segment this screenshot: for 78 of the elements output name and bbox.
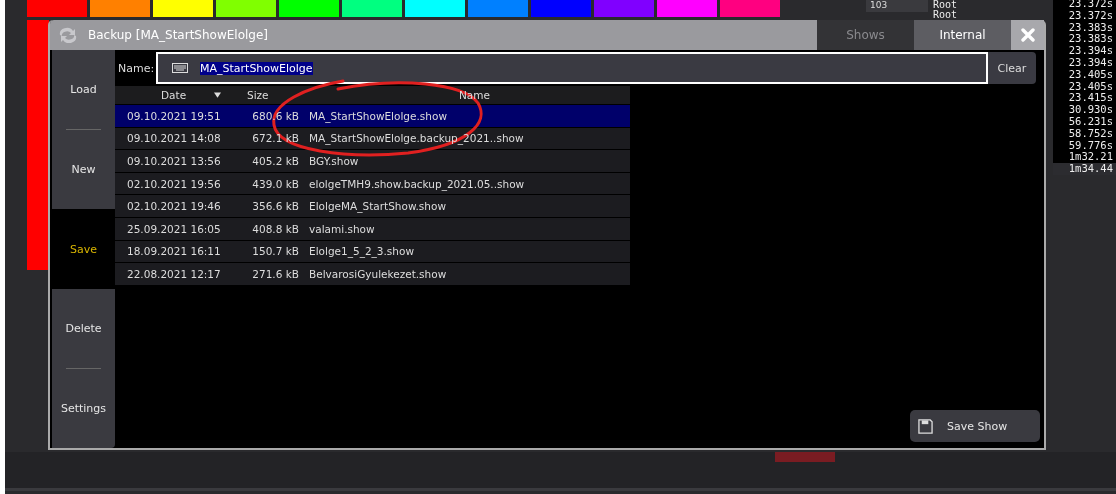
table-cell-text: 672.1 kB — [251, 132, 299, 145]
color-swatch[interactable] — [657, 0, 717, 17]
tab[interactable]: Shows — [817, 20, 914, 50]
timing-value: 56.231s — [1068, 115, 1114, 128]
timing-value: 23.405s — [1068, 80, 1114, 93]
timing-value: 30.930s — [1068, 104, 1114, 116]
window-title: Backup [MA_StartShowElolge] — [88, 28, 269, 42]
timing-value: 23.383s — [1068, 21, 1114, 34]
timing-value: 23.383s — [1068, 33, 1114, 46]
color-swatch[interactable] — [405, 0, 465, 17]
table-cell-text: 18.09.2021 16:11 — [126, 245, 222, 258]
close-icon — [1020, 28, 1035, 42]
file-row[interactable]: 25.09.2021 16:05 408.8 kB valami.show — [115, 217, 630, 241]
color-swatch[interactable] — [216, 0, 276, 17]
table-cell-text: 405.2 kB — [251, 155, 299, 167]
name-field[interactable]: MA_StartShowElolge — [156, 52, 988, 84]
color-swatch[interactable] — [720, 0, 780, 17]
color-swatch[interactable] — [468, 0, 528, 17]
table-cell-text: Elolge1_5_2_3.show — [308, 245, 415, 258]
counter-label: 103 — [866, 0, 928, 12]
keyboard-icon[interactable] — [172, 63, 188, 73]
color-swatch[interactable] — [90, 0, 150, 17]
timing-value: 23.405s — [1068, 68, 1114, 81]
table-cell-text: 09.10.2021 14:08 — [126, 132, 222, 145]
field-label: Name: — [117, 61, 156, 75]
color-swatch[interactable] — [27, 0, 87, 17]
root-label: Root — [933, 10, 958, 20]
table-cell-text: 02.10.2021 19:56 — [126, 177, 222, 190]
file-row[interactable]: 02.10.2021 19:56 439.0 kB elolgeTMH9.show.backup_2021.05..show — [115, 172, 630, 196]
timing-value: 23.372s — [1068, 9, 1114, 22]
table-cell-text: 09.10.2021 19:51 — [126, 109, 222, 122]
save-show-button[interactable]: Save Show — [910, 410, 1040, 442]
timing-value: 58.752s — [1068, 127, 1114, 140]
color-swatch[interactable] — [342, 0, 402, 17]
timing-value: 23.372s — [1068, 0, 1114, 10]
root-label: Root — [933, 0, 958, 10]
sidebar-button[interactable]: Settings — [52, 368, 115, 448]
column-header[interactable]: Size — [237, 89, 309, 101]
sidebar-button[interactable]: Save — [52, 209, 115, 289]
sidebar-button[interactable]: Load — [52, 50, 115, 130]
table-cell-text: MA_StartShowElolge.show — [308, 109, 448, 122]
table-cell-text: 356.6 kB — [251, 200, 299, 213]
timing-value: 23.394s — [1068, 45, 1114, 57]
file-row[interactable]: 18.09.2021 16:11 150.7 kB Elolge1_5_2_3.show — [115, 240, 630, 264]
timing-value: 23.415s — [1068, 92, 1114, 105]
table-cell-text: 09.10.2021 13:56 — [126, 155, 222, 167]
table-cell-text: 02.10.2021 19:46 — [126, 200, 222, 213]
timing-value: 59.776s — [1068, 139, 1114, 152]
column-header[interactable]: Date — [115, 89, 237, 101]
file-row[interactable]: 09.10.2021 13:56 405.2 kB BGY.show — [115, 150, 630, 173]
color-swatch[interactable] — [531, 0, 591, 17]
table-cell-text: BGY.show — [308, 155, 360, 167]
color-swatch[interactable] — [594, 0, 654, 17]
table-cell-text: 150.7 kB — [251, 245, 299, 258]
table-cell-text: ElolgeMA_StartShow.show — [308, 200, 447, 213]
file-row[interactable]: 22.08.2021 12:17 271.6 kB BelvarosiGyulekezet.show — [115, 263, 630, 286]
color-swatch[interactable] — [279, 0, 339, 17]
table-cell-text: elolgeTMH9.show.backup_2021.05..show — [308, 177, 526, 190]
table-cell-text: valami.show — [308, 222, 376, 235]
sidebar-button[interactable]: New — [52, 130, 115, 210]
color-swatch[interactable] — [153, 0, 213, 17]
tab[interactable]: Internal — [914, 20, 1011, 50]
timing-value: 1m32.21 — [1068, 151, 1114, 164]
timing-value: 1m34.44 — [1053, 163, 1116, 175]
table-cell-text: 22.08.2021 12:17 — [126, 267, 222, 280]
table-cell-text: 25.09.2021 16:05 — [126, 222, 222, 235]
file-row[interactable]: 02.10.2021 19:46 356.6 kB ElolgeMA_StartShow.show — [115, 195, 630, 218]
sort-arrow-icon — [214, 92, 222, 98]
table-cell-text: 408.8 kB — [251, 222, 299, 235]
close-button[interactable] — [1011, 20, 1044, 50]
timing-value: 23.394s — [1068, 57, 1114, 69]
level-indicator — [775, 452, 835, 462]
refresh-arrows-icon — [58, 27, 78, 43]
clear-button[interactable]: Clear — [988, 52, 1036, 84]
table-cell-text: 439.0 kB — [251, 177, 299, 190]
table-cell-text: 271.6 kB — [251, 267, 299, 280]
table-cell-text: BelvarosiGyulekezet.show — [308, 267, 448, 280]
sidebar-button[interactable]: Delete — [52, 288, 115, 368]
